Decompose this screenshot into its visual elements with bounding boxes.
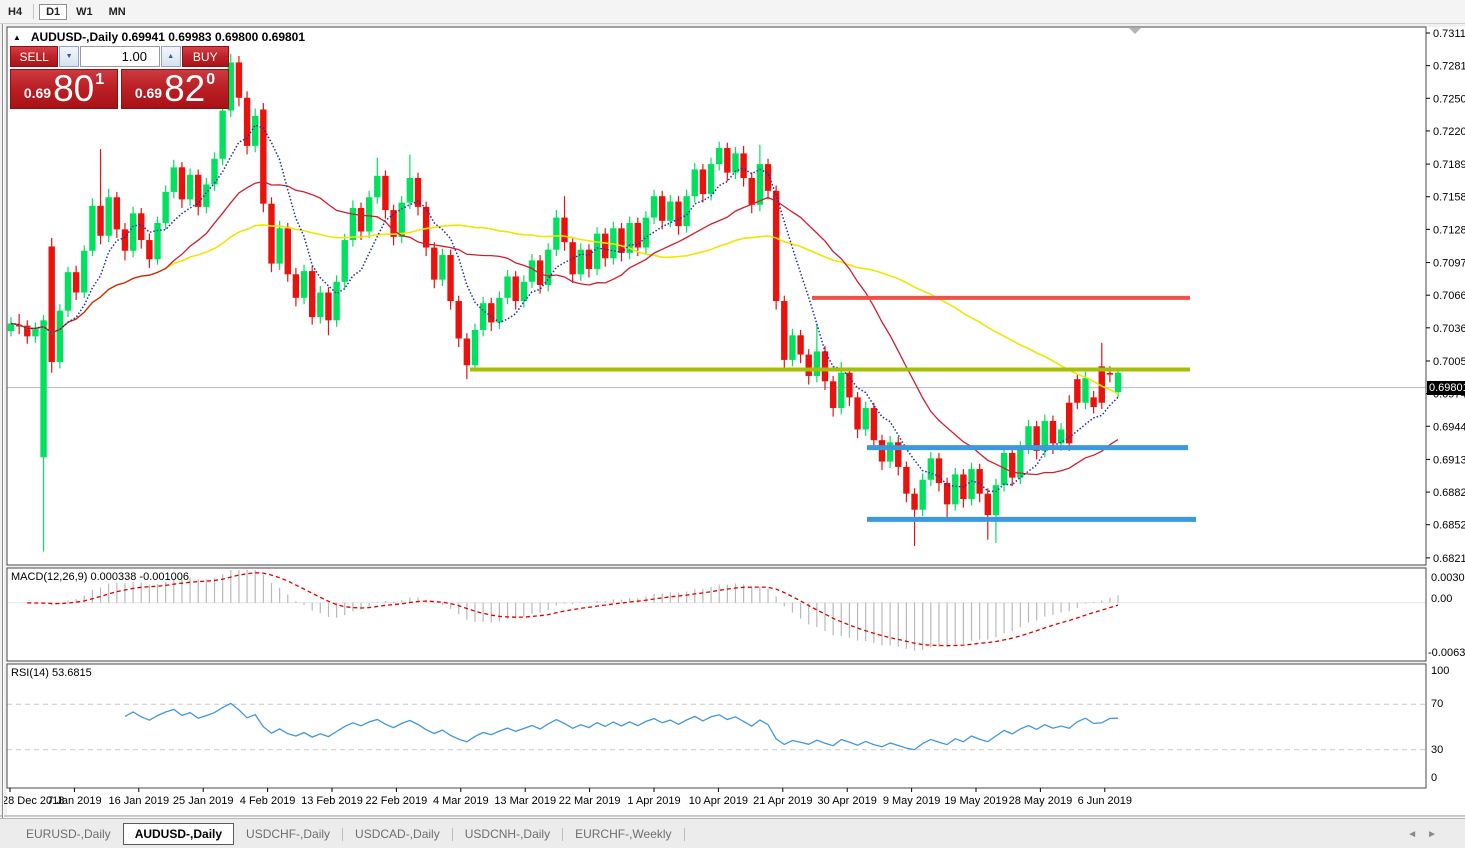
- buy-price-pip: 0: [206, 71, 216, 88]
- collapse-panel-icon[interactable]: ▲: [13, 33, 21, 42]
- svg-text:28 May 2019: 28 May 2019: [1009, 795, 1073, 807]
- rsi-axis-30: 30: [1431, 744, 1444, 756]
- chart-symbol-title: AUDUSD-,Daily: [30, 30, 119, 44]
- svg-text:0.72200: 0.72200: [1433, 126, 1465, 138]
- svg-text:0.68520: 0.68520: [1433, 520, 1465, 532]
- tab-eurusd-daily[interactable]: EURUSD-,Daily: [14, 823, 123, 845]
- svg-text:6 Jun 2019: 6 Jun 2019: [1078, 795, 1132, 807]
- macd-axis-max: 0.003035: [1431, 572, 1465, 584]
- svg-text:4 Mar 2019: 4 Mar 2019: [433, 795, 489, 807]
- chevron-up-icon: ▲: [167, 53, 175, 60]
- svg-text:13 Mar 2019: 13 Mar 2019: [494, 795, 556, 807]
- one-click-trade-panel: SELL ▼ ▲ BUY 0.69 80 1 0.69 82 0: [10, 46, 229, 109]
- toolbar-separator: [33, 4, 35, 19]
- sell-price-prefix: 0.69: [23, 85, 52, 101]
- svg-text:0.71890: 0.71890: [1433, 159, 1465, 171]
- svg-text:4 Feb 2019: 4 Feb 2019: [240, 795, 296, 807]
- svg-text:0.70970: 0.70970: [1433, 258, 1465, 270]
- buy-price-prefix: 0.69: [134, 85, 163, 101]
- tab-separator: [683, 827, 685, 841]
- macd-indicator-label: MACD(12,26,9) 0.000338 -0.001006: [11, 571, 189, 583]
- timeframe-d1-button[interactable]: D1: [39, 3, 68, 20]
- svg-text:0.70665: 0.70665: [1433, 290, 1465, 302]
- svg-text:0.69130: 0.69130: [1433, 454, 1465, 466]
- sell-price-big: 80: [53, 68, 95, 109]
- svg-text:0.71280: 0.71280: [1433, 224, 1465, 236]
- svg-text:0.73115: 0.73115: [1433, 28, 1465, 40]
- svg-text:16 Jan 2019: 16 Jan 2019: [109, 795, 170, 807]
- svg-text:0.72505: 0.72505: [1433, 93, 1465, 105]
- svg-text:25 Jan 2019: 25 Jan 2019: [173, 795, 234, 807]
- svg-text:1 Apr 2019: 1 Apr 2019: [627, 795, 680, 807]
- svg-text:0.69440: 0.69440: [1433, 421, 1465, 433]
- svg-text:0.72810: 0.72810: [1433, 61, 1465, 73]
- svg-text:22 Mar 2019: 22 Mar 2019: [559, 795, 621, 807]
- rsi-axis-100: 100: [1431, 665, 1450, 677]
- volume-increase-button[interactable]: ▲: [160, 46, 181, 67]
- svg-text:0.68825: 0.68825: [1433, 487, 1465, 499]
- volume-input[interactable]: [79, 46, 160, 67]
- timeframe-w1-button[interactable]: W1: [69, 4, 100, 20]
- tab-eurchf-weekly[interactable]: EURCHF-,Weekly: [563, 823, 683, 845]
- svg-text:22 Feb 2019: 22 Feb 2019: [366, 795, 428, 807]
- tab-usdcnh-daily[interactable]: USDCNH-,Daily: [453, 823, 562, 845]
- prev-tab-arrow[interactable]: ◄: [1407, 829, 1427, 840]
- chart-ohlc-values: 0.69941 0.69983 0.69800 0.69801: [121, 30, 306, 44]
- sell-price-pip: 1: [95, 71, 105, 88]
- buy-button[interactable]: BUY: [181, 46, 229, 67]
- tab-audusd-daily[interactable]: AUDUSD-,Daily: [122, 823, 235, 845]
- tab-usdcad-daily[interactable]: USDCAD-,Daily: [343, 823, 452, 845]
- chevron-down-icon: ▼: [65, 53, 73, 60]
- svg-text:19 May 2019: 19 May 2019: [944, 795, 1008, 807]
- macd-axis-min: -0.006311: [1428, 647, 1465, 659]
- chart-header: ▲ AUDUSD-,Daily 0.69941 0.69983 0.69800 …: [13, 30, 305, 44]
- svg-text:13 Feb 2019: 13 Feb 2019: [301, 795, 363, 807]
- timeframe-h4-button[interactable]: H4: [1, 4, 29, 20]
- svg-text:9 May 2019: 9 May 2019: [883, 795, 940, 807]
- timeframe-mn-button[interactable]: MN: [102, 4, 133, 20]
- tab-usdchf-daily[interactable]: USDCHF-,Daily: [234, 823, 342, 845]
- chart-canvas[interactable]: 0.73115 0.72810 0.72505 0.72200 0.71890 0.715…: [0, 0, 1465, 848]
- sell-price-box[interactable]: 0.69 80 1: [10, 69, 118, 109]
- current-price-badge: 0.69801: [1427, 381, 1465, 395]
- timeframe-toolbar: H4 D1 W1 MN: [0, 0, 1465, 24]
- svg-text:7 Jan 2019: 7 Jan 2019: [47, 795, 101, 807]
- svg-text:0.70050: 0.70050: [1433, 356, 1465, 368]
- svg-text:0.71585: 0.71585: [1433, 192, 1465, 204]
- buy-price-big: 82: [164, 68, 206, 109]
- symbol-tab-bar: EURUSD-,Daily AUDUSD-,Daily USDCHF-,Dail…: [0, 818, 1465, 848]
- rsi-axis-70: 70: [1431, 698, 1444, 710]
- macd-axis-zero: 0.00: [1431, 593, 1453, 605]
- sell-button[interactable]: SELL: [10, 46, 59, 67]
- svg-text:0.68210: 0.68210: [1433, 553, 1465, 565]
- svg-text:30 Apr 2019: 30 Apr 2019: [818, 795, 877, 807]
- rsi-indicator-label: RSI(14) 53.6815: [11, 667, 92, 679]
- svg-text:0.70360: 0.70360: [1433, 323, 1465, 335]
- rsi-axis-0: 0: [1431, 772, 1438, 784]
- buy-price-box[interactable]: 0.69 82 0: [121, 69, 229, 109]
- window-frame-edge-highlight: [3, 23, 4, 818]
- next-tab-arrow[interactable]: ►: [1427, 829, 1447, 840]
- svg-text:21 Apr 2019: 21 Apr 2019: [753, 795, 812, 807]
- volume-decrease-button[interactable]: ▼: [59, 46, 79, 67]
- svg-text:10 Apr 2019: 10 Apr 2019: [689, 795, 748, 807]
